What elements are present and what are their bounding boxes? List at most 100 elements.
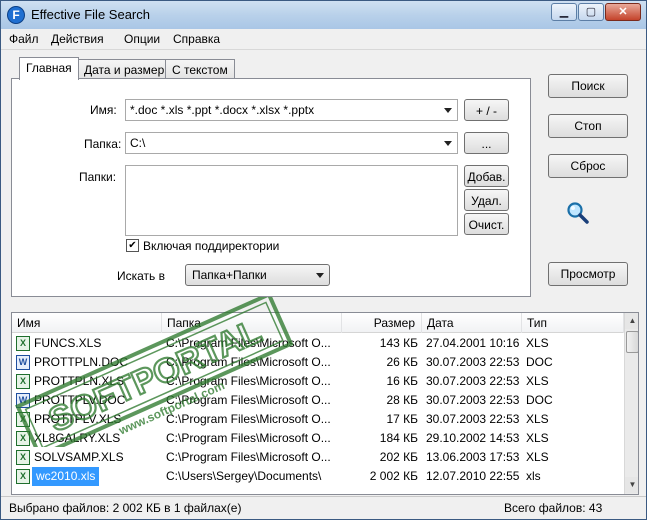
tab-date-size[interactable]: Дата и размер [77, 59, 172, 80]
word-file-icon: W [16, 393, 30, 408]
table-row[interactable]: W PROTTPLV.DOC C:\Program Files\Microsoft … [12, 391, 624, 410]
subdirs-checkbox[interactable]: ✔ [126, 239, 139, 252]
cell-size: 2 002 КБ [369, 469, 418, 483]
cell-folder: C:\Program Files\Microsoft O... [166, 355, 331, 369]
search-in-value: Папка+Папки [192, 268, 267, 282]
scroll-down-icon[interactable]: ▼ [625, 477, 638, 493]
remove-folder-button[interactable]: Удал. [464, 189, 509, 211]
column-size-header[interactable]: Размер [342, 313, 422, 333]
excel-file-icon: X [16, 469, 30, 484]
menu-file[interactable]: Файл [9, 32, 39, 46]
cell-name: PROTTPLV.DOC [34, 393, 126, 407]
cell-type: XLS [526, 412, 549, 426]
chevron-down-icon [444, 108, 452, 113]
minimize-button[interactable]: ▁ [551, 3, 577, 21]
table-row[interactable]: W PROTTPLN.DOC C:\Program Files\Microsoft … [12, 353, 624, 372]
app-window: F Effective File Search ▁ ▢ ✕ Файл Дейст… [0, 0, 647, 520]
cell-size: 28 КБ [386, 393, 418, 407]
cell-name: FUNCS.XLS [34, 336, 102, 350]
table-row[interactable]: X PROTTPLN.XLS C:\Program Files\Microsoft … [12, 372, 624, 391]
results-header: Имя Папка Размер Дата Тип [12, 313, 624, 333]
excel-file-icon: X [16, 374, 30, 389]
table-row[interactable]: Xwc2010.xls C:\Users\Sergey\Documents\ 2 0… [12, 467, 624, 486]
cell-name: SOLVSAMP.XLS [34, 450, 124, 464]
cell-size: 143 КБ [379, 336, 418, 350]
status-bar: Выбрано файлов: 2 002 КБ в 1 файлах(е) В… [1, 496, 646, 519]
column-name-header[interactable]: Имя [12, 313, 162, 333]
folder-value: C:\ [130, 136, 146, 150]
title-bar[interactable]: F Effective File Search ▁ ▢ ✕ [1, 1, 646, 29]
table-row[interactable]: X XL8GALRY.XLS C:\Program Files\Microsoft … [12, 429, 624, 448]
cell-type: DOC [526, 393, 553, 407]
search-in-label: Искать в [117, 269, 166, 283]
status-total: Всего файлов: 43 [504, 501, 603, 515]
cell-size: 202 КБ [379, 450, 418, 464]
cell-folder: C:\Program Files\Microsoft O... [166, 412, 331, 426]
name-combobox[interactable]: *.doc *.xls *.ppt *.docx *.xlsx *.pptx [125, 99, 458, 121]
excel-file-icon: X [16, 336, 30, 351]
cell-date: 30.07.2003 22:53 [426, 393, 520, 407]
preview-button[interactable]: Просмотр [548, 262, 628, 286]
search-in-dropdown[interactable]: Папка+Папки [185, 264, 330, 286]
excel-file-icon: X [16, 431, 30, 446]
cell-date: 27.04.2001 10:16 [426, 336, 520, 350]
close-button[interactable]: ✕ [605, 3, 641, 21]
add-folder-button[interactable]: Добав. [464, 165, 509, 187]
results-list[interactable]: Имя Папка Размер Дата Тип X FUNCS.XLS C:\P… [11, 312, 639, 495]
tab-with-text[interactable]: С текстом [165, 59, 235, 80]
magnifier-icon [567, 202, 589, 224]
reset-button[interactable]: Сброс [548, 154, 628, 178]
chevron-down-icon [316, 273, 324, 278]
cell-type: DOC [526, 355, 553, 369]
cell-folder: C:\Program Files\Microsoft O... [166, 450, 331, 464]
menu-help[interactable]: Справка [173, 32, 220, 46]
column-type-header[interactable]: Тип [522, 313, 624, 333]
table-row[interactable]: X SOLVSAMP.XLS C:\Program Files\Microsoft … [12, 448, 624, 467]
cell-name: PROTTPLV.XLS [34, 412, 122, 426]
cell-date: 30.07.2003 22:53 [426, 412, 520, 426]
menu-bar: Файл Действия Опции Справка [1, 29, 646, 50]
cell-type: XLS [526, 450, 549, 464]
cell-folder: C:\Users\Sergey\Documents\ [166, 469, 322, 483]
chevron-down-icon [444, 141, 452, 146]
tab-main[interactable]: Главная [19, 57, 79, 80]
word-file-icon: W [16, 355, 30, 370]
cell-date: 29.10.2002 14:53 [426, 431, 520, 445]
cell-name: PROTTPLN.DOC [34, 355, 129, 369]
status-selected: Выбрано файлов: 2 002 КБ в 1 файлах(е) [9, 501, 242, 515]
maximize-button[interactable]: ▢ [578, 3, 604, 21]
table-row[interactable]: X FUNCS.XLS C:\Program Files\Microsoft O..… [12, 334, 624, 353]
cell-type: XLS [526, 431, 549, 445]
browse-folder-button[interactable]: ... [464, 132, 509, 154]
stop-button[interactable]: Стоп [548, 114, 628, 138]
scroll-thumb[interactable] [626, 331, 638, 353]
cell-date: 30.07.2003 22:53 [426, 374, 520, 388]
clear-folders-button[interactable]: Очист. [464, 213, 509, 235]
main-tab-panel: Имя: *.doc *.xls *.ppt *.docx *.xlsx *.p… [11, 78, 531, 297]
cell-name: XL8GALRY.XLS [34, 431, 121, 445]
menu-options[interactable]: Опции [124, 32, 160, 46]
cell-folder: C:\Program Files\Microsoft O... [166, 393, 331, 407]
results-scrollbar[interactable]: ▲ ▼ [624, 313, 638, 494]
cell-type: xls [526, 469, 541, 483]
cell-size: 26 КБ [386, 355, 418, 369]
cell-folder: C:\Program Files\Microsoft O... [166, 336, 331, 350]
search-button[interactable]: Поиск [548, 74, 628, 98]
menu-actions[interactable]: Действия [51, 32, 104, 46]
name-label: Имя: [90, 103, 117, 117]
column-folder-header[interactable]: Папка [162, 313, 342, 333]
cell-date: 12.07.2010 22:55 [426, 469, 520, 483]
column-date-header[interactable]: Дата [422, 313, 522, 333]
cell-date: 13.06.2003 17:53 [426, 450, 520, 464]
scroll-up-icon[interactable]: ▲ [625, 313, 638, 329]
cell-size: 17 КБ [386, 412, 418, 426]
folder-combobox[interactable]: C:\ [125, 132, 458, 154]
folders-list[interactable] [125, 165, 458, 236]
cell-date: 30.07.2003 22:53 [426, 355, 520, 369]
excel-file-icon: X [16, 450, 30, 465]
plus-minus-button[interactable]: + / - [464, 99, 509, 121]
cell-type: XLS [526, 374, 549, 388]
cell-size: 16 КБ [386, 374, 418, 388]
table-row[interactable]: X PROTTPLV.XLS C:\Program Files\Microsoft … [12, 410, 624, 429]
cell-name: wc2010.xls [32, 467, 100, 486]
